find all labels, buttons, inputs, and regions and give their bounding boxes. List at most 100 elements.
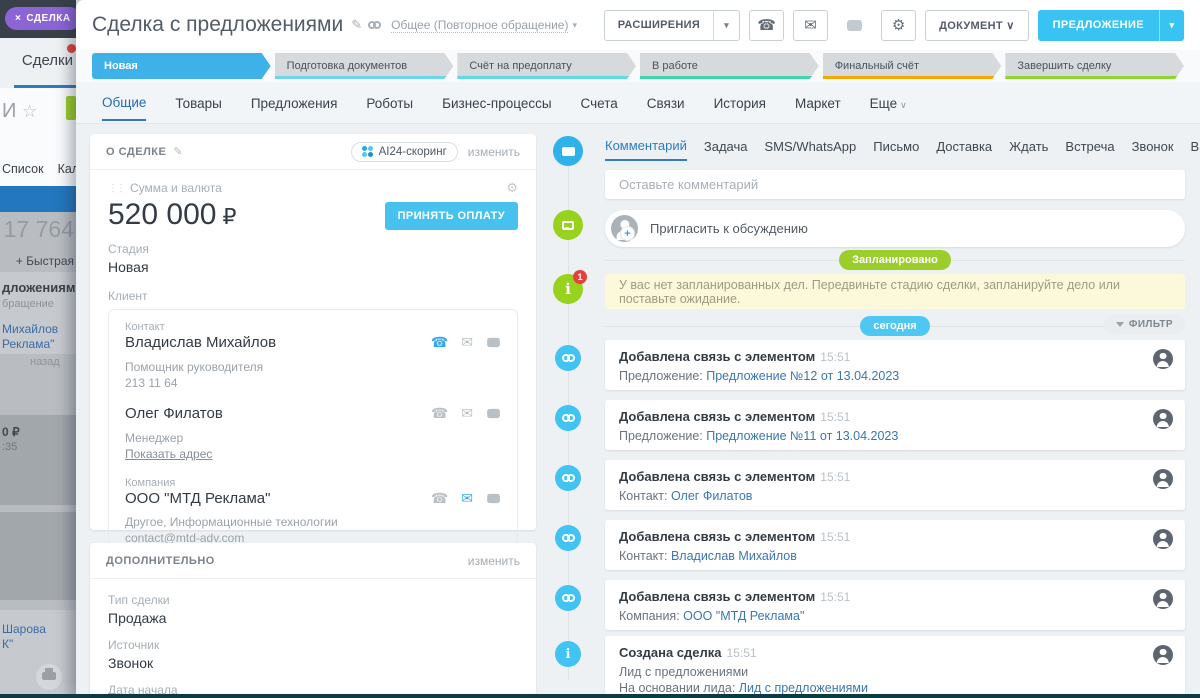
- email-button[interactable]: ✉: [793, 10, 828, 41]
- comment-icon: [553, 136, 583, 166]
- tab-predlozheniya[interactable]: Предложения: [251, 85, 338, 120]
- timeline-tab-delivery[interactable]: Доставка: [936, 139, 992, 160]
- tab-market[interactable]: Маркет: [795, 85, 841, 120]
- field-value[interactable]: Продажа: [108, 610, 518, 626]
- tab-obshchie[interactable]: Общие: [102, 84, 146, 121]
- deal-sub-fragment: бращение: [2, 298, 54, 310]
- filter-button[interactable]: ФИЛЬТР: [1104, 315, 1185, 334]
- field-label: Источник: [108, 638, 518, 652]
- envelope-icon: ✉: [804, 16, 817, 34]
- person-link-fragment[interactable]: Шарова: [2, 622, 46, 636]
- tab-biznes-processy[interactable]: Бизнес-процессы: [442, 85, 551, 120]
- stage-novaya[interactable]: Новая: [92, 53, 271, 79]
- contact-name[interactable]: Олег Филатов: [125, 405, 223, 422]
- entry-link[interactable]: Лид с предложениями: [739, 681, 868, 695]
- chat-button[interactable]: [837, 10, 872, 41]
- entry-link[interactable]: Предложение №12 от 13.04.2023: [706, 369, 899, 383]
- settings-button[interactable]: ⚙: [881, 10, 916, 41]
- section-title: О СДЕЛКЕ: [106, 146, 166, 158]
- field-value[interactable]: Звонок: [108, 655, 518, 671]
- timeline-tab-task[interactable]: Задача: [704, 139, 748, 160]
- edit-section-icon[interactable]: ✎: [173, 145, 182, 158]
- stage-schet-predoplata[interactable]: Счёт на предоплату: [457, 53, 636, 79]
- company-link-fragment[interactable]: Реклама": [2, 337, 54, 351]
- timeline-tab-comment[interactable]: Комментарий: [605, 138, 687, 161]
- stage-v-rabote[interactable]: В работе: [640, 53, 819, 79]
- tab-scheta[interactable]: Счета: [581, 85, 618, 120]
- tab-istoriya[interactable]: История: [714, 85, 766, 120]
- timeline-tab-call[interactable]: Звонок: [1132, 139, 1174, 160]
- tab-tovary[interactable]: Товары: [175, 85, 221, 120]
- chat-icon[interactable]: [487, 338, 500, 347]
- edit-title-icon[interactable]: ✎: [351, 17, 362, 33]
- stage-podgotovka[interactable]: Подготовка документов: [275, 53, 454, 79]
- tab-svyazi[interactable]: Связи: [647, 85, 685, 120]
- chat-icon[interactable]: [487, 494, 500, 503]
- timeline-entry: Создана сделка15:51 Лид с предложениями …: [605, 636, 1185, 698]
- invite-to-discussion-button[interactable]: Пригласить к обсуждению: [605, 210, 1185, 247]
- page-title: Сделка с предложениями: [92, 13, 343, 37]
- envelope-icon[interactable]: ✉: [461, 405, 473, 422]
- timeline-tab-visit[interactable]: Визит: [1191, 139, 1200, 160]
- tab-roboty[interactable]: Роботы: [366, 85, 413, 120]
- entry-link[interactable]: ООО "МТД Реклама": [683, 609, 804, 623]
- tab-more[interactable]: Еще∨: [870, 85, 907, 120]
- entry-link[interactable]: Предложение №11 от 13.04.2023: [706, 429, 898, 443]
- deal-tab-bar: Общие Товары Предложения Роботы Бизнес-п…: [76, 82, 1200, 124]
- deal-name-fragment: дложениями: [2, 280, 83, 295]
- info-icon: i 1: [553, 274, 583, 304]
- deals-tab[interactable]: Сделки: [22, 52, 73, 69]
- edit-link[interactable]: изменить: [468, 554, 520, 568]
- printer-icon[interactable]: [36, 664, 62, 690]
- timeline-tab-sms[interactable]: SMS/WhatsApp: [765, 139, 857, 160]
- gear-icon: ⚙: [892, 16, 905, 34]
- extensions-button[interactable]: РАСШИРЕНИЯ ▾: [604, 10, 740, 41]
- document-button[interactable]: ДОКУМЕНТ ∨: [925, 10, 1029, 41]
- background-card-dimmed: Шарова К": [0, 610, 76, 698]
- info-icon: i: [555, 641, 581, 667]
- comment-input[interactable]: Оставьте комментарий: [605, 170, 1185, 199]
- extensions-dropdown[interactable]: ▾: [713, 11, 739, 40]
- contact-link-fragment[interactable]: Михайлов: [2, 322, 58, 336]
- amount-fragment: 0 ₽: [2, 425, 20, 439]
- deal-slider-close-pill[interactable]: ×СДЕЛКА: [5, 7, 81, 30]
- timeline-tab-meeting[interactable]: Встреча: [1065, 139, 1114, 160]
- company-name[interactable]: ООО "МТД Реклама": [125, 490, 270, 507]
- field-settings-gear-icon[interactable]: ⚙: [506, 180, 518, 196]
- stage-zavershit[interactable]: Завершить сделку: [1005, 53, 1184, 79]
- accept-payment-button[interactable]: ПРИНЯТЬ ОПЛАТУ: [385, 202, 518, 230]
- phone-icon[interactable]: ☎: [431, 405, 448, 422]
- timeline-tab-bar: Комментарий Задача SMS/WhatsApp Письмо Д…: [605, 138, 1185, 161]
- entry-link[interactable]: Владислав Михайлов: [671, 549, 797, 563]
- envelope-icon[interactable]: ✉: [461, 490, 473, 507]
- company-link-fragment[interactable]: К": [2, 637, 13, 651]
- offer-dropdown[interactable]: ▾: [1159, 10, 1184, 41]
- amount-field-label: Сумма и валюта: [130, 181, 222, 195]
- envelope-icon[interactable]: ✉: [461, 334, 473, 351]
- copy-link-icon[interactable]: [368, 21, 381, 29]
- call-button[interactable]: ☎: [749, 10, 784, 41]
- stage-finalny-schet[interactable]: Финальный счёт: [823, 53, 1002, 79]
- phone-icon[interactable]: ☎: [431, 490, 448, 507]
- ai-scoring-button[interactable]: AI24-скоринг: [351, 142, 458, 162]
- chat-icon[interactable]: [487, 409, 500, 418]
- quick-deal-button-fragment[interactable]: + Быстрая: [16, 254, 74, 268]
- contact-name[interactable]: Владислав Михайлов: [125, 334, 276, 351]
- close-icon[interactable]: ×: [15, 13, 21, 24]
- contact-role: Менеджер: [125, 431, 501, 445]
- show-address-link[interactable]: Показать адрес: [125, 447, 212, 461]
- drag-handle[interactable]: ⋮⋮: [108, 183, 124, 194]
- pipeline-category-selector[interactable]: Общее (Повторное обращение): [391, 18, 568, 33]
- timeline-tab-wait[interactable]: Ждать: [1009, 139, 1048, 160]
- favorite-star-icon[interactable]: ☆: [22, 102, 37, 121]
- stage-field-value[interactable]: Новая: [108, 259, 518, 275]
- contact-phone[interactable]: 213 11 64: [125, 376, 501, 390]
- edit-link[interactable]: изменить: [468, 145, 520, 159]
- view-list-link[interactable]: Список: [2, 162, 44, 176]
- kanban-column-header: [0, 186, 76, 212]
- offer-button[interactable]: ПРЕДЛОЖЕНИЕ ▾: [1038, 10, 1184, 41]
- timeline-tab-letter[interactable]: Письмо: [873, 139, 919, 160]
- timeline-entry: Добавлена связь с элементом15:51 Контакт…: [605, 520, 1185, 570]
- entry-link[interactable]: Олег Филатов: [671, 489, 753, 503]
- phone-icon[interactable]: ☎: [431, 334, 448, 351]
